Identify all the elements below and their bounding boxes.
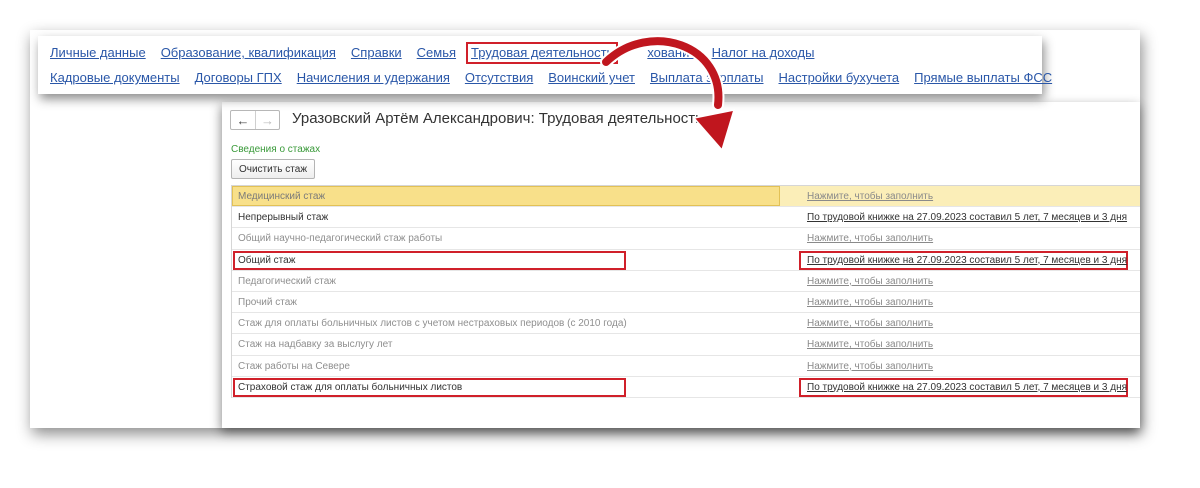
- nav-link-salary-payment[interactable]: Выплата зарплаты: [650, 70, 764, 86]
- nav-link-accruals[interactable]: Начисления и удержания: [297, 70, 450, 86]
- table-row[interactable]: Непрерывный стаж По трудовой книжке на 2…: [232, 207, 1140, 229]
- row-value-link[interactable]: По трудовой книжке на 27.09.2023 состави…: [807, 382, 1127, 393]
- table-row[interactable]: Общий научно-педагогический стаж работы …: [232, 228, 1140, 250]
- row-value-link[interactable]: Нажмите, чтобы заполнить: [807, 191, 933, 202]
- row-name: Страховой стаж для оплаты больничных лис…: [238, 381, 463, 393]
- row-name: Стаж работы на Севере: [238, 360, 350, 372]
- history-nav: ← →: [230, 110, 280, 130]
- table-row[interactable]: Стаж для оплаты больничных листов с учет…: [232, 313, 1140, 335]
- screenshot-stage: Личные данные Образование, квалификация …: [0, 0, 1200, 488]
- employee-nav-panel: Личные данные Образование, квалификация …: [38, 36, 1052, 94]
- row-value-link[interactable]: Нажмите, чтобы заполнить: [807, 297, 933, 308]
- row-name: Педагогический стаж: [238, 275, 336, 287]
- nav-link-personal-data[interactable]: Личные данные: [50, 45, 146, 61]
- forward-arrow-icon[interactable]: →: [255, 111, 279, 129]
- row-name: Стаж на надбавку за выслугу лет: [238, 339, 393, 351]
- nav-row-1: Личные данные Образование, квалификация …: [50, 42, 829, 64]
- nav-link-hr-documents[interactable]: Кадровые документы: [50, 70, 180, 86]
- work-activity-window: ← → Уразовский Артём Александрович: Труд…: [222, 102, 1140, 428]
- nav-link-fss-payments[interactable]: Прямые выплаты ФСС: [914, 70, 1052, 86]
- back-arrow-icon[interactable]: ←: [231, 111, 255, 129]
- row-name: Непрерывный стаж: [238, 212, 329, 224]
- nav-link-gph-contracts[interactable]: Договоры ГПХ: [195, 70, 282, 86]
- nav-link-education[interactable]: Образование, квалификация: [161, 45, 336, 61]
- nav-link-military[interactable]: Воинский учет: [548, 70, 635, 86]
- table-row[interactable]: Медицинский стаж Нажмите, чтобы заполнит…: [232, 186, 1140, 208]
- row-name: Общий научно-педагогический стаж работы: [238, 233, 443, 245]
- nav-row-2: Кадровые документы Договоры ГПХ Начислен…: [50, 70, 1067, 86]
- section-label: Сведения о стажах: [231, 144, 321, 155]
- row-name: Медицинский стаж: [238, 191, 326, 202]
- row-value-link[interactable]: Нажмите, чтобы заполнить: [807, 339, 933, 350]
- table-row[interactable]: Прочий стаж Нажмите, чтобы заполнить: [232, 292, 1140, 314]
- nav-link-family[interactable]: Семья: [417, 45, 456, 61]
- table-row[interactable]: Стаж работы на Севере Нажмите, чтобы зап…: [232, 356, 1140, 377]
- row-name: Стаж для оплаты больничных листов с учет…: [238, 318, 627, 330]
- table-row[interactable]: Педагогический стаж Нажмите, чтобы запол…: [232, 271, 1140, 292]
- nav-link-insurance[interactable]: хование: [647, 45, 696, 61]
- experience-table: Медицинский стаж Нажмите, чтобы заполнит…: [231, 185, 1140, 398]
- row-value-link[interactable]: Нажмите, чтобы заполнить: [807, 276, 933, 287]
- nav-link-accounting-settings[interactable]: Настройки бухучета: [779, 70, 900, 86]
- row-value-link[interactable]: По трудовой книжке на 27.09.2023 состави…: [807, 212, 1127, 223]
- nav-link-income-tax[interactable]: Налог на доходы: [712, 45, 815, 61]
- row-value-link[interactable]: Нажмите, чтобы заполнить: [807, 233, 933, 244]
- row-value-link[interactable]: По трудовой книжке на 27.09.2023 состави…: [807, 255, 1127, 266]
- table-row[interactable]: Общий стаж По трудовой книжке на 27.09.2…: [232, 250, 1140, 271]
- table-row[interactable]: Стаж на надбавку за выслугу лет Нажмите,…: [232, 334, 1140, 356]
- row-value-link[interactable]: Нажмите, чтобы заполнить: [807, 361, 933, 372]
- row-value-link[interactable]: Нажмите, чтобы заполнить: [807, 318, 933, 329]
- window-title: Уразовский Артём Александрович: Трудовая…: [292, 110, 703, 127]
- nav-link-work-activity[interactable]: Трудовая деятельность: [466, 42, 619, 64]
- table-row[interactable]: Страховой стаж для оплаты больничных лис…: [232, 377, 1140, 398]
- row-name: Прочий стаж: [238, 296, 297, 308]
- nav-link-absences[interactable]: Отсутствия: [465, 70, 533, 86]
- nav-link-certificates[interactable]: Справки: [351, 45, 402, 61]
- clear-experience-button[interactable]: Очистить стаж: [231, 159, 315, 179]
- row-name: Общий стаж: [238, 254, 296, 266]
